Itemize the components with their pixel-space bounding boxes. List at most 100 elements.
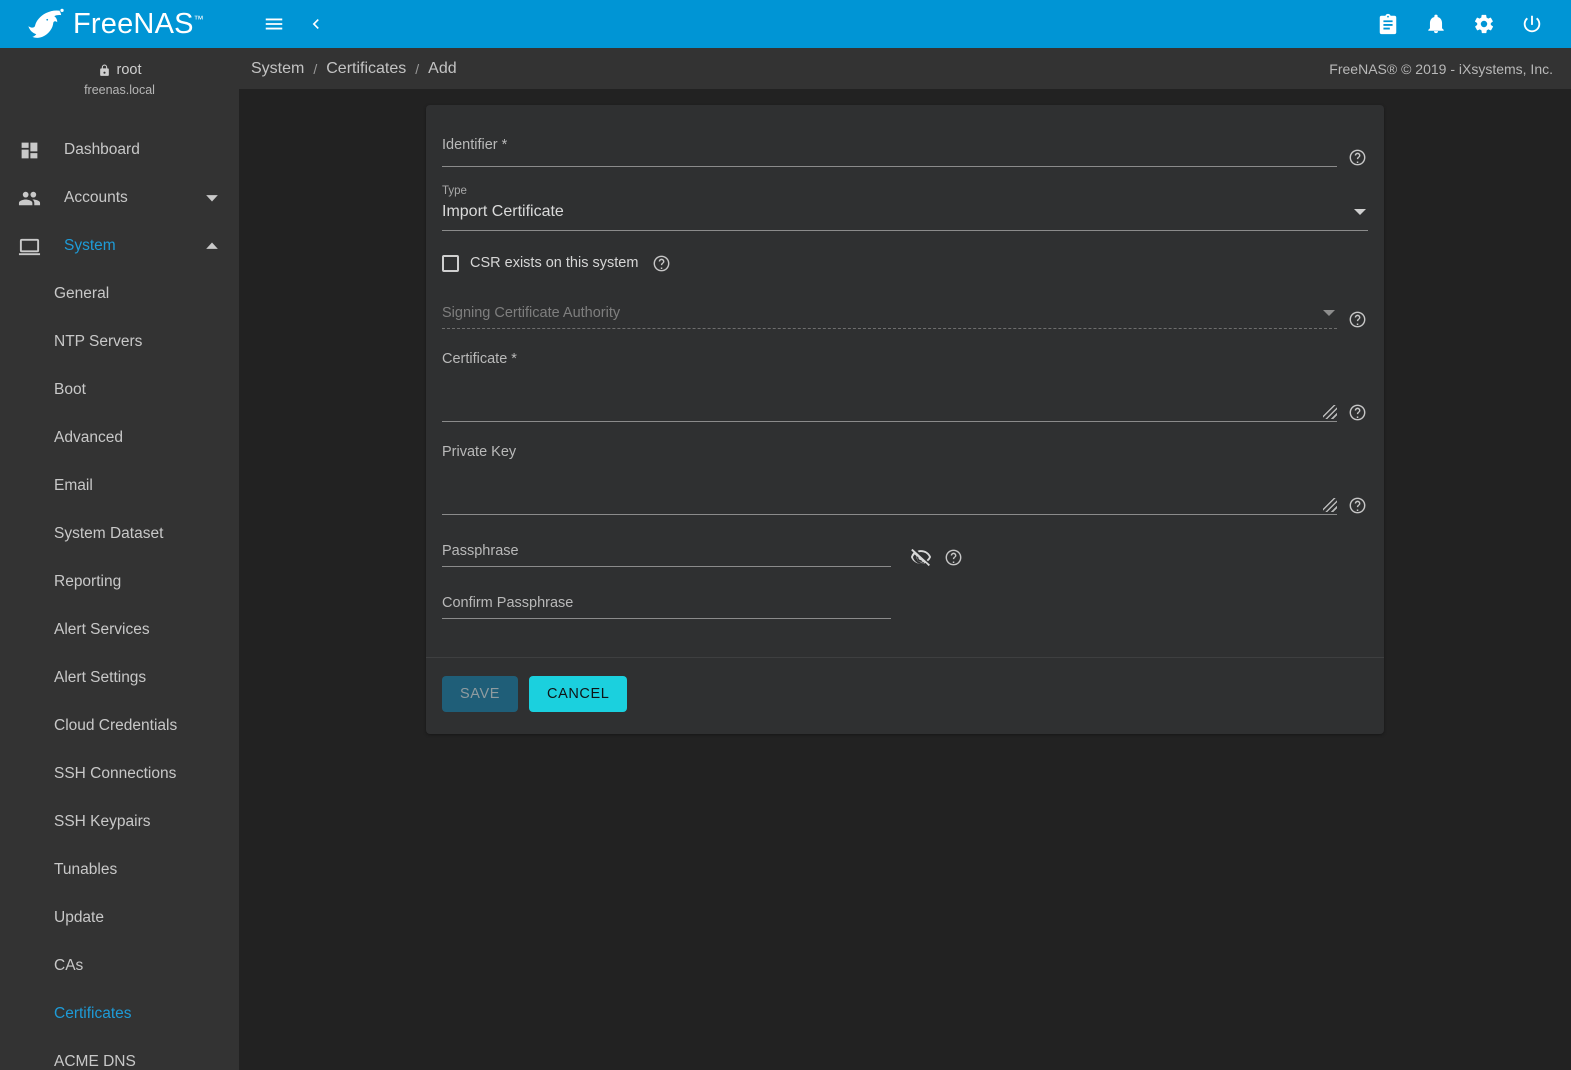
sidebar-item-ssh-keypairs[interactable]: SSH Keypairs bbox=[0, 798, 239, 846]
sidebar-subitem-label: Alert Settings bbox=[54, 669, 147, 686]
sidebar-item-system-dataset[interactable]: System Dataset bbox=[0, 510, 239, 558]
top-bar-actions bbox=[1375, 11, 1571, 37]
breadcrumb-item-certificates[interactable]: Certificates bbox=[326, 60, 406, 78]
sidebar-item-cloud-credentials[interactable]: Cloud Credentials bbox=[0, 702, 239, 750]
main-content: Identifier * Type Import Certificate CSR… bbox=[239, 89, 1571, 1070]
breadcrumb-separator: / bbox=[415, 60, 420, 77]
bell-icon[interactable] bbox=[1423, 11, 1449, 37]
sidebar-username-row: root bbox=[0, 62, 239, 78]
sidebar-item-general[interactable]: General bbox=[0, 270, 239, 318]
top-bar-left-controls bbox=[239, 11, 329, 37]
chevron-down-icon bbox=[1354, 209, 1366, 215]
certificate-textarea[interactable]: Certificate * bbox=[442, 351, 1337, 421]
type-label: Type bbox=[442, 185, 467, 197]
certificate-label: Certificate * bbox=[442, 351, 517, 367]
sidebar-item-boot[interactable]: Boot bbox=[0, 366, 239, 414]
passphrase-underline bbox=[442, 566, 891, 567]
help-icon[interactable] bbox=[651, 253, 672, 274]
sidebar-subitem-label: Advanced bbox=[54, 429, 123, 446]
sidebar-user-box: root freenas.local bbox=[0, 48, 239, 109]
field-type: Type Import Certificate bbox=[442, 181, 1368, 231]
sidebar-subitem-label: Alert Services bbox=[54, 621, 150, 638]
eye-off-icon[interactable] bbox=[909, 545, 933, 569]
sidebar-subitem-label: System Dataset bbox=[54, 525, 164, 542]
help-icon[interactable] bbox=[1347, 402, 1368, 423]
breadcrumb-separator: / bbox=[313, 60, 318, 77]
sidebar-item-ntp-servers[interactable]: NTP Servers bbox=[0, 318, 239, 366]
sidebar-item-certificates[interactable]: Certificates bbox=[0, 990, 239, 1038]
sidebar-item-email[interactable]: Email bbox=[0, 462, 239, 510]
field-identifier: Identifier * bbox=[442, 127, 1368, 167]
type-underline bbox=[442, 230, 1368, 231]
chevron-up-icon[interactable] bbox=[205, 239, 239, 253]
private-key-textarea[interactable]: Private Key bbox=[442, 444, 1337, 514]
sidebar-item-dashboard[interactable]: Dashboard bbox=[0, 126, 239, 174]
private-key-underline bbox=[442, 514, 1337, 515]
brand-logo-area[interactable]: FreeNAS™ bbox=[0, 0, 239, 48]
sidebar-item-cas[interactable]: CAs bbox=[0, 942, 239, 990]
sidebar-item-label: Accounts bbox=[64, 189, 128, 206]
sidebar-item-advanced[interactable]: Advanced bbox=[0, 414, 239, 462]
help-icon[interactable] bbox=[943, 547, 964, 568]
resize-grip-icon[interactable] bbox=[1323, 405, 1337, 419]
help-icon[interactable] bbox=[1347, 147, 1368, 168]
field-signing-certificate-authority: Signing Certificate Authority bbox=[442, 303, 1368, 329]
gear-icon[interactable] bbox=[1471, 11, 1497, 37]
identifier-label: Identifier * bbox=[442, 137, 508, 153]
sidebar-subitem-label: Boot bbox=[54, 381, 86, 398]
field-csr-exists: CSR exists on this system bbox=[442, 253, 1368, 273]
type-select[interactable]: Import Certificate bbox=[442, 199, 1368, 225]
brand-name: FreeNAS™ bbox=[73, 7, 204, 40]
chevron-left-icon[interactable] bbox=[303, 11, 329, 37]
csr-exists-checkbox[interactable] bbox=[442, 254, 459, 272]
sidebar-item-label: System bbox=[64, 237, 116, 254]
sidebar-item-ssh-connections[interactable]: SSH Connections bbox=[0, 750, 239, 798]
sidebar-hostname: freenas.local bbox=[84, 83, 155, 97]
passphrase-input[interactable]: Passphrase bbox=[442, 541, 891, 567]
sidebar-subitem-label: Tunables bbox=[54, 861, 118, 878]
sidebar-item-system[interactable]: System bbox=[0, 222, 239, 270]
hamburger-menu-icon[interactable] bbox=[261, 11, 287, 37]
breadcrumb-bar: System / Certificates / Add FreeNAS® © 2… bbox=[239, 48, 1571, 89]
help-icon[interactable] bbox=[1347, 309, 1368, 330]
sidebar-item-acme-dns[interactable]: ACME DNS bbox=[0, 1038, 239, 1070]
signing-ca-underline bbox=[442, 328, 1337, 329]
sidebar-item-update[interactable]: Update bbox=[0, 894, 239, 942]
field-private-key: Private Key bbox=[442, 444, 1368, 515]
laptop-icon bbox=[12, 235, 46, 258]
sidebar-subitem-label: NTP Servers bbox=[54, 333, 143, 350]
tasks-icon[interactable] bbox=[1375, 11, 1401, 37]
sidebar-item-alert-settings[interactable]: Alert Settings bbox=[0, 654, 239, 702]
brand-trademark: ™ bbox=[193, 13, 204, 25]
sidebar-item-tunables[interactable]: Tunables bbox=[0, 846, 239, 894]
sidebar-subitem-label: ACME DNS bbox=[54, 1053, 136, 1070]
private-key-label: Private Key bbox=[442, 444, 517, 460]
sidebar-item-label: Dashboard bbox=[64, 141, 140, 158]
chevron-down-icon[interactable] bbox=[205, 191, 239, 205]
signing-ca-select[interactable]: Signing Certificate Authority bbox=[442, 303, 1337, 323]
resize-grip-icon[interactable] bbox=[1323, 498, 1337, 512]
breadcrumb-item-system[interactable]: System bbox=[251, 60, 304, 78]
form-bottom-spacer bbox=[442, 619, 1368, 635]
top-bar: FreeNAS™ bbox=[0, 0, 1571, 48]
sidebar: root freenas.local Dashboard Accounts Sy… bbox=[0, 48, 239, 1070]
chevron-down-icon bbox=[1323, 310, 1335, 316]
field-certificate: Certificate * bbox=[442, 351, 1368, 422]
breadcrumb-item-add: Add bbox=[428, 59, 457, 77]
breadcrumb: System / Certificates / Add bbox=[251, 60, 457, 78]
dashboard-grid-icon bbox=[12, 140, 46, 161]
save-button[interactable]: SAVE bbox=[442, 676, 519, 712]
sidebar-item-reporting[interactable]: Reporting bbox=[0, 558, 239, 606]
sidebar-item-accounts[interactable]: Accounts bbox=[0, 174, 239, 222]
power-icon[interactable] bbox=[1519, 11, 1545, 37]
cancel-button[interactable]: CANCEL bbox=[529, 676, 628, 712]
copyright-text: FreeNAS® © 2019 - iXsystems, Inc. bbox=[1329, 60, 1553, 77]
field-confirm-passphrase[interactable]: Confirm Passphrase bbox=[442, 593, 891, 619]
sidebar-subitem-label: CAs bbox=[54, 957, 84, 974]
passphrase-label: Passphrase bbox=[442, 543, 519, 559]
sidebar-subitem-label: Email bbox=[54, 477, 93, 494]
sidebar-item-alert-services[interactable]: Alert Services bbox=[0, 606, 239, 654]
sidebar-subitem-label: Reporting bbox=[54, 573, 122, 590]
help-icon[interactable] bbox=[1347, 495, 1368, 516]
csr-exists-label: CSR exists on this system bbox=[470, 255, 639, 271]
